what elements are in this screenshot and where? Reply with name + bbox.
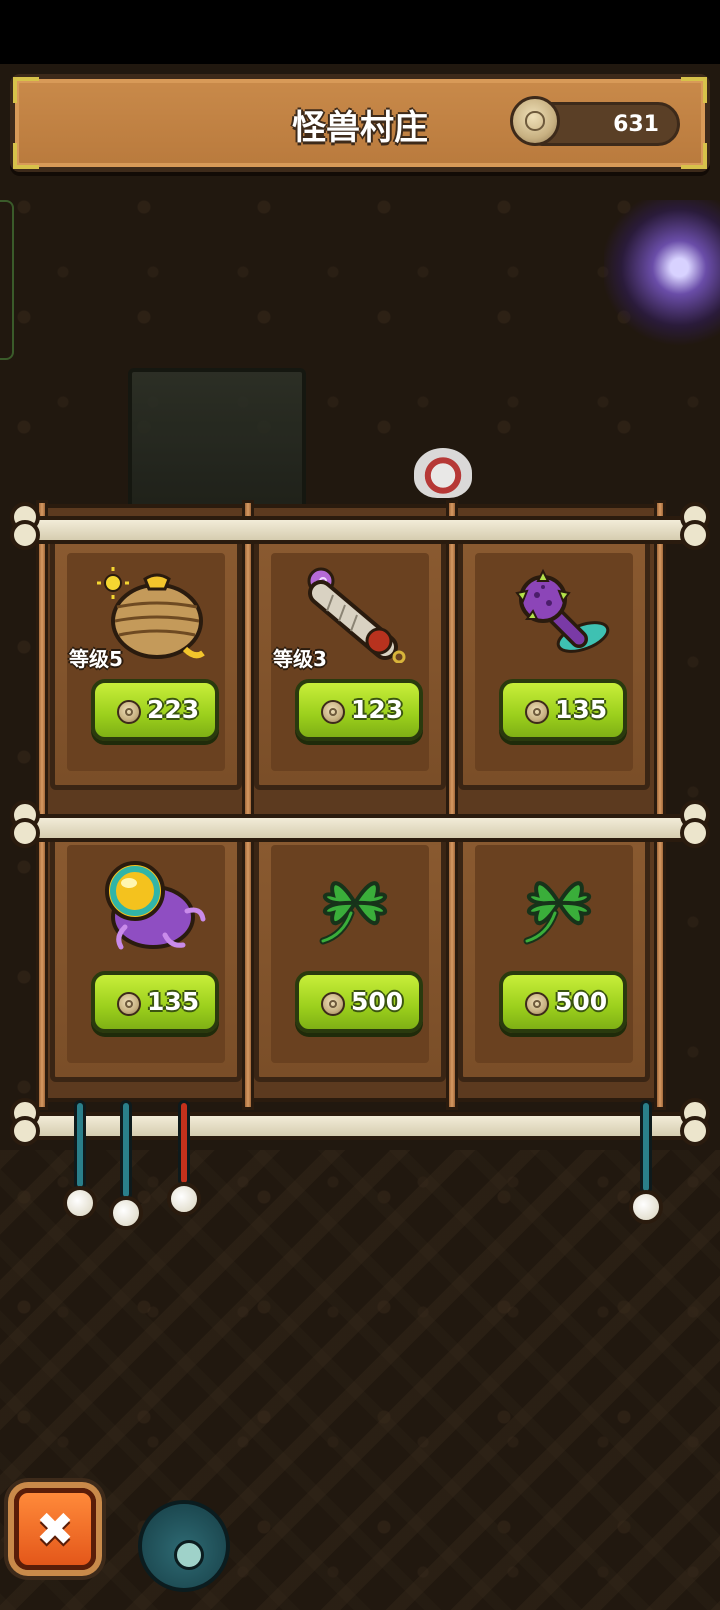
buy-button[interactable]: 223 — [91, 679, 219, 741]
four-leaf-clover-icon — [319, 881, 388, 945]
spiked-purple-club-icon — [515, 568, 610, 653]
bone-knob — [680, 520, 710, 550]
rope-bead — [63, 1186, 97, 1220]
close-button[interactable]: ✖ — [14, 1488, 96, 1570]
monster-avatar[interactable] — [138, 1500, 230, 1592]
coin-icon — [321, 992, 345, 1016]
rope-bead — [167, 1182, 201, 1216]
shop-item[interactable]: 135 — [458, 534, 650, 790]
item-level: 等级5 — [69, 647, 123, 671]
buy-button[interactable]: 135 — [499, 679, 627, 741]
hanging-rope — [178, 1100, 190, 1186]
side-drawer-tab[interactable] — [0, 200, 14, 360]
price-label: 135 — [147, 987, 200, 1016]
price-label: 135 — [555, 695, 608, 724]
close-icon: ✖ — [35, 1502, 75, 1556]
shop-item[interactable]: 500 — [458, 826, 650, 1082]
shelf-post — [36, 500, 48, 1110]
price-label: 500 — [351, 987, 404, 1016]
hanging-rope — [74, 1100, 86, 1190]
coin-icon — [117, 700, 141, 724]
purple-slime-egg-icon — [105, 861, 206, 950]
villager-critter — [414, 448, 472, 498]
bone-bar — [24, 516, 694, 544]
buy-button[interactable]: 500 — [499, 971, 627, 1033]
shop-item[interactable]: 500 — [254, 826, 446, 1082]
buy-button[interactable]: 123 — [295, 679, 423, 741]
buy-button[interactable]: 135 — [91, 971, 219, 1033]
ground-texture — [0, 1150, 720, 1610]
shelf-post — [242, 500, 254, 1110]
shop-item[interactable]: 135 — [50, 826, 242, 1082]
four-leaf-clover-icon — [523, 881, 592, 945]
rope-bead — [629, 1190, 663, 1224]
shelf-post — [654, 500, 666, 1110]
buy-button[interactable]: 500 — [295, 971, 423, 1033]
shelf-post — [446, 500, 458, 1110]
status-bar — [0, 0, 720, 64]
bone-knob — [10, 520, 40, 550]
coin-icon — [117, 992, 141, 1016]
shop-item[interactable]: 等级5 223 — [50, 534, 242, 790]
bone-bar — [24, 814, 694, 842]
rope-bead — [109, 1196, 143, 1230]
bone-knob — [680, 818, 710, 848]
stone-ruin-decoration — [128, 368, 306, 516]
shop-item[interactable]: 等级3 123 — [254, 534, 446, 790]
coin-icon — [321, 700, 345, 724]
coin-icon — [525, 992, 549, 1016]
coin-icon — [525, 700, 549, 724]
coin-balance-value: 631 — [613, 112, 659, 137]
hanging-rope — [640, 1100, 652, 1194]
bone-knob — [10, 818, 40, 848]
portal-decoration — [604, 200, 720, 350]
item-level: 等级3 — [273, 647, 327, 671]
bone-knob — [10, 1116, 40, 1146]
coin-icon — [510, 96, 560, 146]
price-label: 123 — [351, 695, 404, 724]
price-label: 223 — [147, 695, 200, 724]
hanging-rope — [120, 1100, 132, 1200]
bone-knob — [680, 1116, 710, 1146]
price-label: 500 — [555, 987, 608, 1016]
